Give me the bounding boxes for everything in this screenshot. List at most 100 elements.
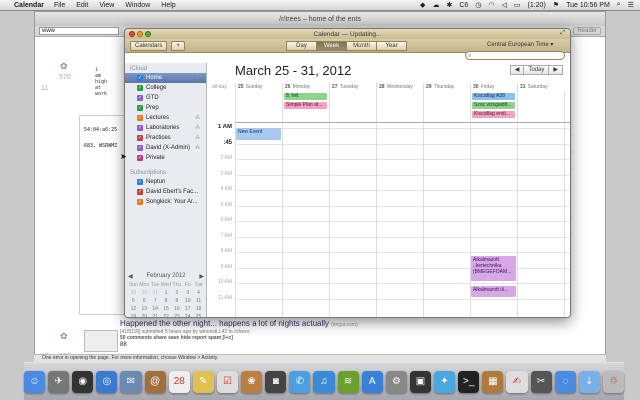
spotlight-icon[interactable]: ⌕ [617,1,621,9]
archive-icon[interactable]: ▦ [482,370,504,393]
subscription-checkbox[interactable]: ✓ [137,179,143,185]
prev-week-button[interactable]: ◀ [509,65,525,75]
app-menu[interactable]: Calendar [14,2,44,9]
minical-day[interactable]: 1 [161,290,172,296]
minical-day[interactable]: 23 [171,314,182,317]
mail-icon[interactable]: ✉ [120,370,142,393]
day-header-saturday[interactable]: 31 Saturday [517,83,564,91]
time-machine-icon[interactable]: ◷ [475,1,481,9]
browser-url-field[interactable]: www [39,27,119,35]
minical-day[interactable]: 3 [182,290,193,296]
twitter-icon[interactable]: ✦ [434,370,456,393]
calendar-event[interactable]: New Event [236,128,281,140]
sidebar-calendar-1[interactable]: ✓ College [125,83,206,93]
allday-event[interactable]: 8. hét [284,93,327,100]
battery-icon[interactable]: ▭ [514,1,521,9]
calendar-checkbox[interactable]: ✓ [137,145,143,151]
allday-event[interactable]: Kiscsillag A38 [472,93,515,100]
calendar-checkbox[interactable]: ✓ [137,155,143,161]
today-button[interactable]: Today [523,65,550,75]
calendar-checkbox[interactable]: ✓ [137,85,143,91]
addressbook-icon[interactable]: @ [144,370,166,393]
safari-icon[interactable]: ◎ [96,370,118,393]
day-header-wednesday[interactable]: 28 Wednesday [376,83,423,91]
timezone-select[interactable]: Central European Time ▾ [487,41,553,48]
allday-event[interactable]: Szoc vizsgaidő... [472,102,515,109]
minical-prev-icon[interactable]: ◀ [128,273,133,280]
leaf-upvote-icon-2[interactable]: ✿ [60,331,68,342]
menu-view[interactable]: View [99,2,114,9]
minical-day[interactable]: 2 [171,290,182,296]
minical-day[interactable]: 9 [171,298,182,304]
sidebar-subscription-0[interactable]: ✓ Neptun [125,177,206,187]
minical-day[interactable]: 19 [128,314,139,317]
spotify-icon[interactable]: ≋ [337,370,359,393]
minical-day[interactable]: 16 [171,306,182,312]
reminders-icon[interactable]: ☑ [216,370,239,393]
minical-day[interactable]: 6 [139,298,150,304]
fullscreen-icon[interactable]: ⤢ [560,30,565,37]
allday-event[interactable]: Simple Plan at... [284,102,327,109]
calendar-checkbox[interactable]: ✓ [137,105,143,111]
wifi-icon[interactable]: ◠ [488,1,494,9]
time-grid[interactable]: 1 AM:45 2 AM 3 AM 4 AM 5 AM 6 AM 7 AM 8 AM 9 AM 1… [208,124,570,317]
dashboard-icon[interactable]: ◉ [72,370,94,393]
reader-button[interactable]: Reader [573,27,601,35]
rocket-icon[interactable]: ✈ [48,370,70,393]
calendar-checkbox[interactable]: ✓ [137,95,143,101]
minical-day[interactable]: 31 [150,290,161,296]
flag-icon[interactable]: ⚑ [553,1,559,9]
subscription-checkbox[interactable]: ✓ [137,189,143,195]
minical-day[interactable]: 17 [182,306,193,312]
sidebar-calendar-5[interactable]: ✓ Laboratories ⁂ [125,123,206,133]
trash-icon[interactable]: ♲ [602,370,625,393]
cloud-icon[interactable]: ☁ [432,1,439,9]
zoom-button[interactable] [145,31,151,37]
menu-edit[interactable]: Edit [76,2,88,9]
day-header-thursday[interactable]: 29 Thursday [423,83,470,91]
downloads-icon[interactable]: ⇣ [578,370,600,393]
post-links[interactable]: 50 comments share save hide report spam … [120,335,540,341]
minical-day[interactable]: 12 [128,306,139,312]
photobooth-icon[interactable]: ▣ [409,370,432,393]
minical-day[interactable]: 7 [150,298,161,304]
minical-next-icon[interactable]: ▶ [199,273,204,280]
minical-day[interactable]: 14 [150,306,161,312]
volume-icon[interactable]: ◁ [501,1,506,9]
day-header-sunday[interactable]: 25 Sunday [235,83,282,91]
textedit-icon[interactable]: ✍ [506,370,528,393]
allday-event[interactable]: Kiscsillag endi... [472,111,515,118]
finder-icon[interactable]: ☺ [23,370,46,393]
minical-day[interactable]: 8 [161,298,172,304]
minical-day[interactable]: 24 [182,314,193,317]
minical-day[interactable]: 22 [161,314,172,317]
itunes-icon[interactable]: ♫ [313,370,335,393]
sidebar-calendar-8[interactable]: ✓ Private [125,153,206,163]
messages-icon[interactable]: ✆ [289,370,311,393]
list-icon[interactable]: ☰ [628,1,634,9]
minical-day[interactable]: 25 [193,314,204,317]
menu-window[interactable]: Window [125,2,150,9]
photos-icon[interactable]: ❀ [241,370,263,393]
minical-day[interactable]: 21 [150,314,161,317]
menu-help[interactable]: Help [161,2,175,9]
calendar-checkbox[interactable]: ✓ [137,125,143,131]
minical-day[interactable]: 4 [193,290,204,296]
sidebar-subscription-1[interactable]: ✓ David Ebert's Fac... [125,187,206,197]
close-button[interactable] [129,31,135,37]
badge-text[interactable]: C6 [459,2,468,9]
minical-day[interactable]: 29 [128,290,139,296]
minical-day[interactable]: 18 [193,306,204,312]
script-icon[interactable]: ✂ [530,370,552,393]
notes-icon[interactable]: ✎ [192,370,214,393]
minical-day[interactable]: 20 [139,314,150,317]
minical-day[interactable]: 11 [193,298,204,304]
sidebar-calendar-0[interactable]: ✓ Home ↻ [125,73,206,83]
calendar-checkbox[interactable]: ✓ [137,75,143,81]
calendar-checkbox[interactable]: ✓ [137,135,143,141]
appstore-icon[interactable]: A [361,370,383,393]
minimize-button[interactable] [137,31,143,37]
post-thumbnail[interactable] [84,330,118,352]
minical-day[interactable]: 13 [139,306,150,312]
post-title[interactable]: Happened the other night... happens a lo… [120,319,540,328]
